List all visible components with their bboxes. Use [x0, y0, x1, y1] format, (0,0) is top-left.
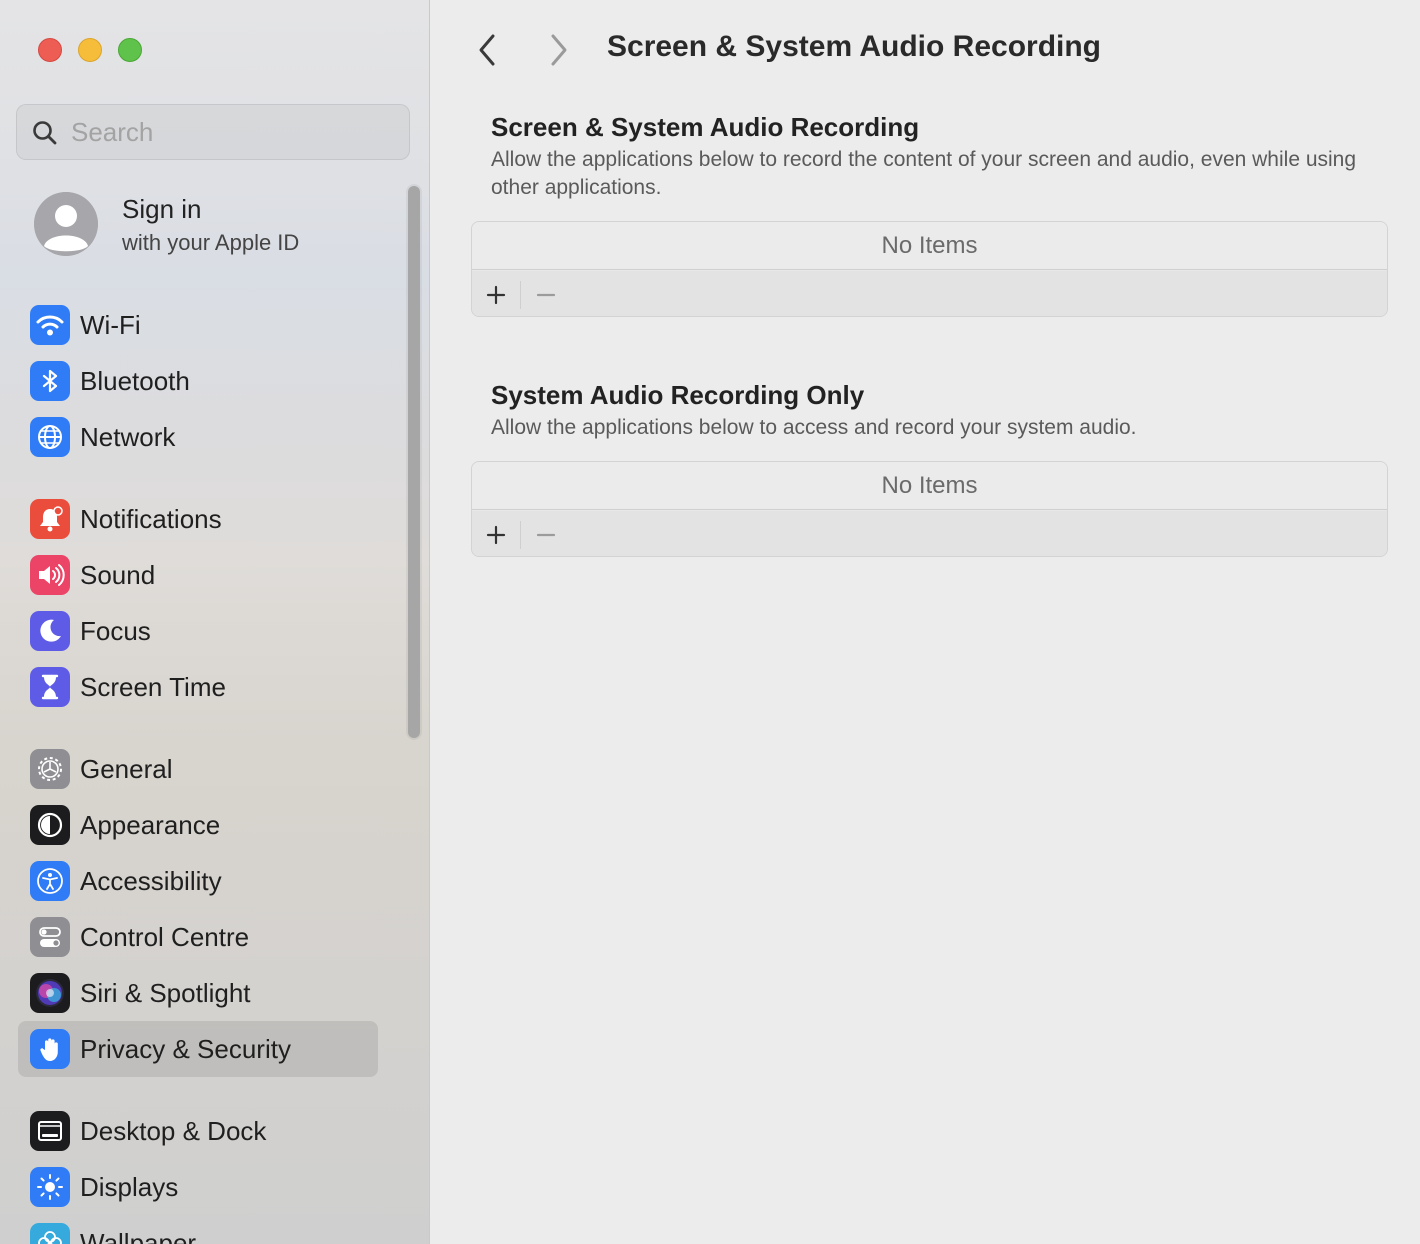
list-toolbar	[472, 511, 1387, 556]
sidebar: Sign in with your Apple ID Wi-Fi Bluetoo…	[0, 0, 430, 1244]
sidebar-item-notifications[interactable]: Notifications	[18, 491, 378, 547]
sidebar-item-label: Focus	[80, 616, 151, 646]
system-settings-window: Sign in with your Apple ID Wi-Fi Bluetoo…	[0, 0, 1420, 1244]
search-input[interactable]	[71, 115, 391, 149]
section-title-system-audio: System Audio Recording Only	[491, 380, 865, 410]
globe-icon	[30, 417, 70, 457]
sidebar-item-label: Displays	[80, 1172, 179, 1202]
control-centre-icon	[30, 917, 70, 957]
toolbar-divider	[520, 521, 521, 549]
search-field[interactable]	[16, 104, 410, 160]
account-subtitle: with your Apple ID	[122, 230, 300, 255]
siri-icon	[30, 973, 70, 1013]
sidebar-item-screen-time[interactable]: Screen Time	[18, 659, 378, 715]
apple-id-sign-in[interactable]: Sign in with your Apple ID	[34, 192, 394, 260]
sidebar-item-label: General	[80, 754, 173, 784]
sidebar-item-wifi[interactable]: Wi-Fi	[18, 297, 378, 353]
hand-icon	[30, 1029, 70, 1069]
sidebar-item-label: Siri & Spotlight	[80, 978, 251, 1008]
sidebar-item-label: Desktop & Dock	[80, 1116, 267, 1146]
empty-list-label: No Items	[472, 222, 1387, 270]
back-button[interactable]	[471, 30, 503, 70]
flower-icon	[30, 1223, 70, 1244]
sidebar-item-displays[interactable]: Displays	[18, 1159, 378, 1215]
sidebar-item-general[interactable]: General	[18, 741, 378, 797]
sun-icon	[30, 1167, 70, 1207]
person-icon	[34, 192, 98, 256]
sidebar-item-privacy-security[interactable]: Privacy & Security	[18, 1021, 378, 1077]
sidebar-item-network[interactable]: Network	[18, 409, 378, 465]
sidebar-item-label: Wi-Fi	[80, 310, 141, 340]
sidebar-item-label: Privacy & Security	[80, 1034, 291, 1064]
section-title-screen-audio: Screen & System Audio Recording	[491, 112, 920, 142]
minimize-window-button[interactable]	[78, 38, 102, 62]
sidebar-item-label: Appearance	[80, 810, 221, 840]
accessibility-icon	[30, 861, 70, 901]
sidebar-item-desktop-dock[interactable]: Desktop & Dock	[18, 1103, 378, 1159]
sidebar-scrollbar[interactable]	[406, 184, 422, 740]
screen-audio-app-list: No Items	[471, 221, 1388, 317]
appearance-icon	[30, 805, 70, 845]
sidebar-item-label: Sound	[80, 560, 156, 590]
forward-button[interactable]	[543, 30, 575, 70]
sidebar-item-wallpaper[interactable]: Wallpaper	[18, 1215, 378, 1244]
sidebar-item-label: Accessibility	[80, 866, 222, 896]
add-app-button[interactable]	[480, 279, 512, 311]
sidebar-item-appearance[interactable]: Appearance	[18, 797, 378, 853]
zoom-window-button[interactable]	[118, 38, 142, 62]
sidebar-item-label: Control Centre	[80, 922, 250, 952]
section-description-screen-audio: Allow the applications below to record t…	[491, 148, 1357, 199]
sidebar-item-accessibility[interactable]: Accessibility	[18, 853, 378, 909]
page-title: Screen & System Audio Recording	[607, 30, 1102, 63]
toolbar-divider	[520, 281, 521, 309]
avatar	[34, 192, 98, 256]
main-content: Screen & System Audio Recording Screen &…	[431, 0, 1420, 1244]
sidebar-item-label: Screen Time	[80, 672, 226, 702]
moon-icon	[30, 611, 70, 651]
empty-list-label: No Items	[472, 462, 1387, 510]
bell-icon	[30, 499, 70, 539]
account-title: Sign in	[122, 194, 202, 224]
add-app-button[interactable]	[480, 519, 512, 551]
section-description-system-audio: Allow the applications below to access a…	[491, 416, 1137, 439]
sidebar-item-siri-spotlight[interactable]: Siri & Spotlight	[18, 965, 378, 1021]
sidebar-item-label: Bluetooth	[80, 366, 190, 396]
scrollbar-thumb[interactable]	[408, 186, 420, 738]
wifi-icon	[30, 305, 70, 345]
bluetooth-icon	[30, 361, 70, 401]
system-audio-app-list: No Items	[471, 461, 1388, 557]
close-window-button[interactable]	[38, 38, 62, 62]
gear-icon	[30, 749, 70, 789]
dock-icon	[30, 1111, 70, 1151]
sidebar-item-label: Network	[80, 422, 176, 452]
list-toolbar	[472, 271, 1387, 316]
sidebar-item-control-centre[interactable]: Control Centre	[18, 909, 378, 965]
hourglass-icon	[30, 667, 70, 707]
sidebar-item-label: Notifications	[80, 504, 222, 534]
sidebar-item-bluetooth[interactable]: Bluetooth	[18, 353, 378, 409]
search-icon	[33, 121, 57, 145]
remove-app-button[interactable]	[530, 279, 562, 311]
sidebar-item-focus[interactable]: Focus	[18, 603, 378, 659]
speaker-icon	[30, 555, 70, 595]
remove-app-button[interactable]	[530, 519, 562, 551]
sidebar-item-label: Wallpaper	[80, 1228, 197, 1244]
sidebar-item-sound[interactable]: Sound	[18, 547, 378, 603]
